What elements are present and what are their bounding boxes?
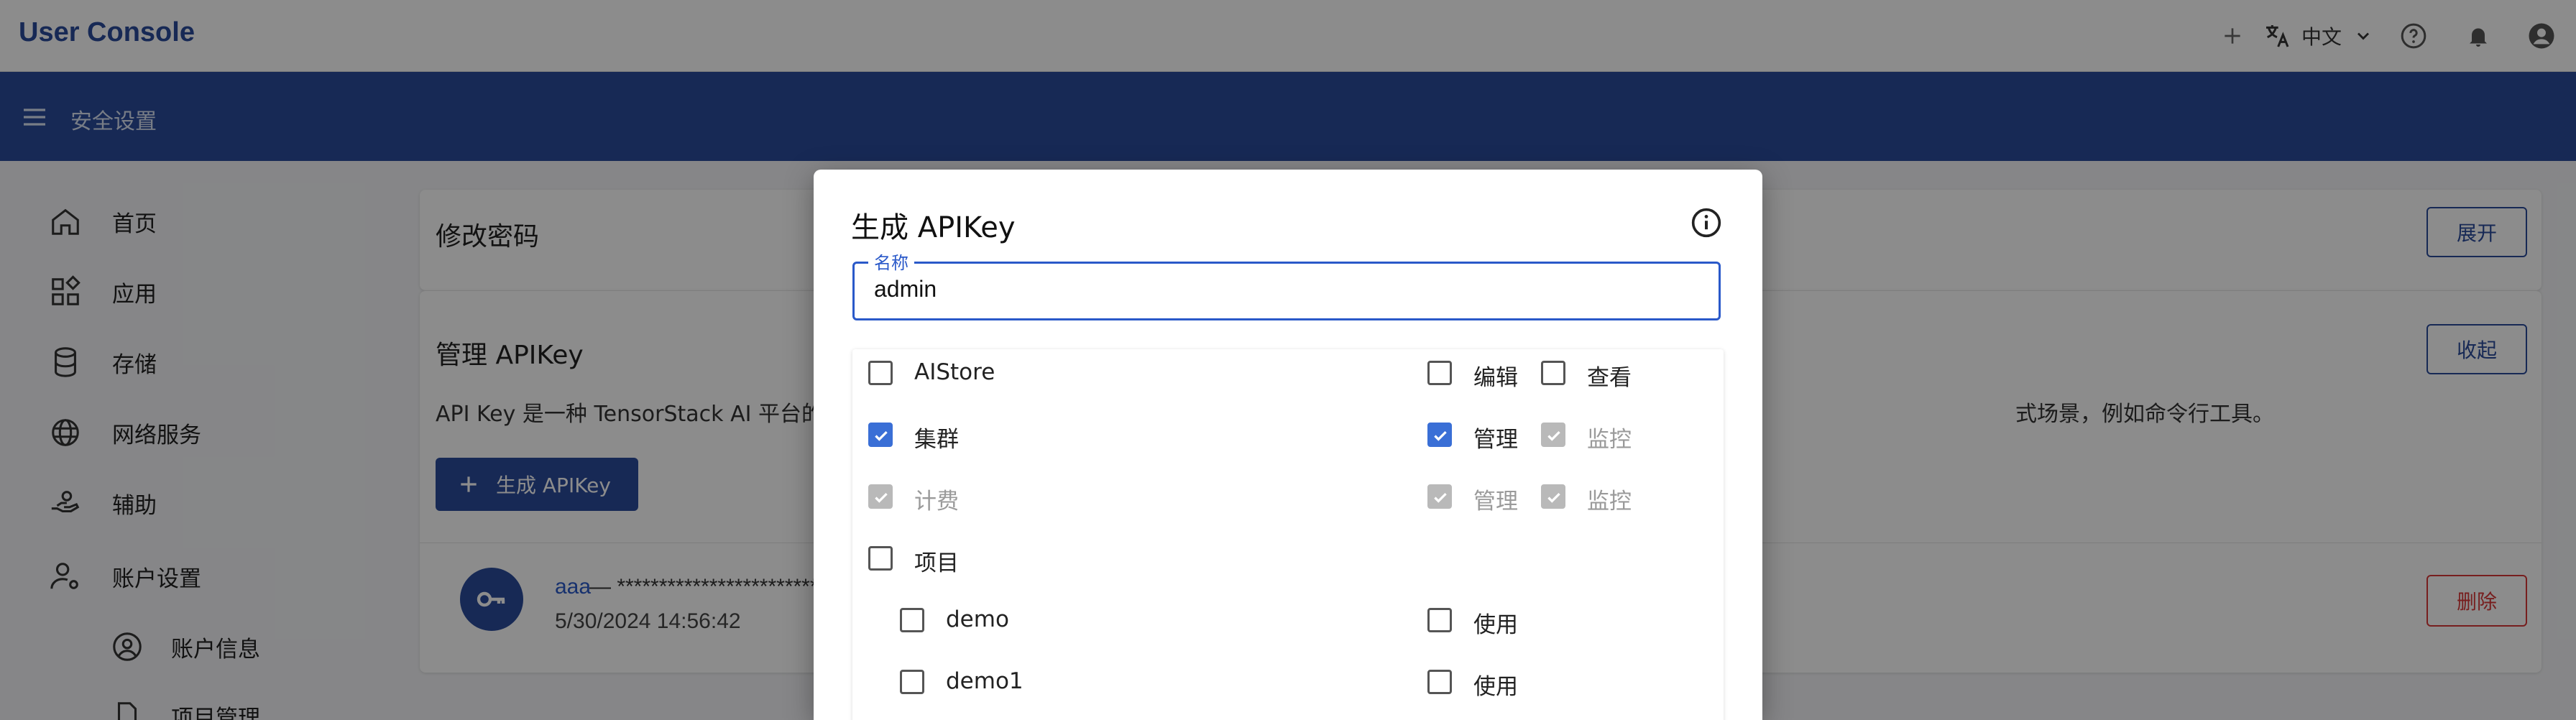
- dialog-title: 生成 APIKey: [851, 211, 1016, 244]
- permission-label: 查看: [1587, 365, 1632, 391]
- permission-checkbox[interactable]: [868, 361, 893, 385]
- permission-row: [852, 535, 1724, 578]
- permission-checkbox[interactable]: [868, 423, 893, 447]
- permission-checkbox[interactable]: [1427, 670, 1452, 694]
- info-icon[interactable]: [1690, 207, 1722, 239]
- permission-checkbox: [1541, 484, 1565, 509]
- permission-checkbox[interactable]: [1541, 361, 1565, 385]
- permission-checkbox[interactable]: [900, 608, 924, 632]
- permission-label: AIStore: [914, 359, 995, 385]
- permission-label: 监控: [1587, 427, 1632, 453]
- permission-checkbox[interactable]: [1427, 608, 1452, 632]
- permission-checkbox: [1541, 423, 1565, 447]
- name-input[interactable]: [874, 276, 1665, 303]
- permission-label: 使用: [1473, 612, 1518, 638]
- permission-panel: AIStore 编辑 查看 集群 管理 监控 计费 管理 监控 项目 demo 使用 demo1 使用: [852, 349, 1724, 720]
- permission-label: 管理: [1473, 427, 1518, 453]
- permission-label: 项目: [914, 550, 959, 576]
- permission-label: 使用: [1473, 674, 1518, 700]
- permission-checkbox[interactable]: [900, 670, 924, 694]
- permission-checkbox[interactable]: [1427, 423, 1452, 447]
- permission-label: 编辑: [1473, 365, 1518, 391]
- permission-label: 集群: [914, 427, 959, 453]
- permission-label: demo: [946, 606, 1009, 632]
- name-field-label: 名称: [868, 249, 914, 274]
- permission-label: demo1: [946, 668, 1024, 694]
- permission-label: 管理: [1473, 489, 1518, 514]
- permission-checkbox: [868, 484, 893, 509]
- generate-apikey-dialog: 生成 APIKey 名称 AIStore编辑查看集群管理监控计费管理监控项目de…: [814, 170, 1762, 720]
- permission-label: 监控: [1587, 489, 1632, 514]
- permission-checkbox: [1427, 484, 1452, 509]
- permission-checkbox[interactable]: [1427, 361, 1452, 385]
- permission-label: 计费: [914, 489, 959, 514]
- permission-checkbox[interactable]: [868, 546, 893, 571]
